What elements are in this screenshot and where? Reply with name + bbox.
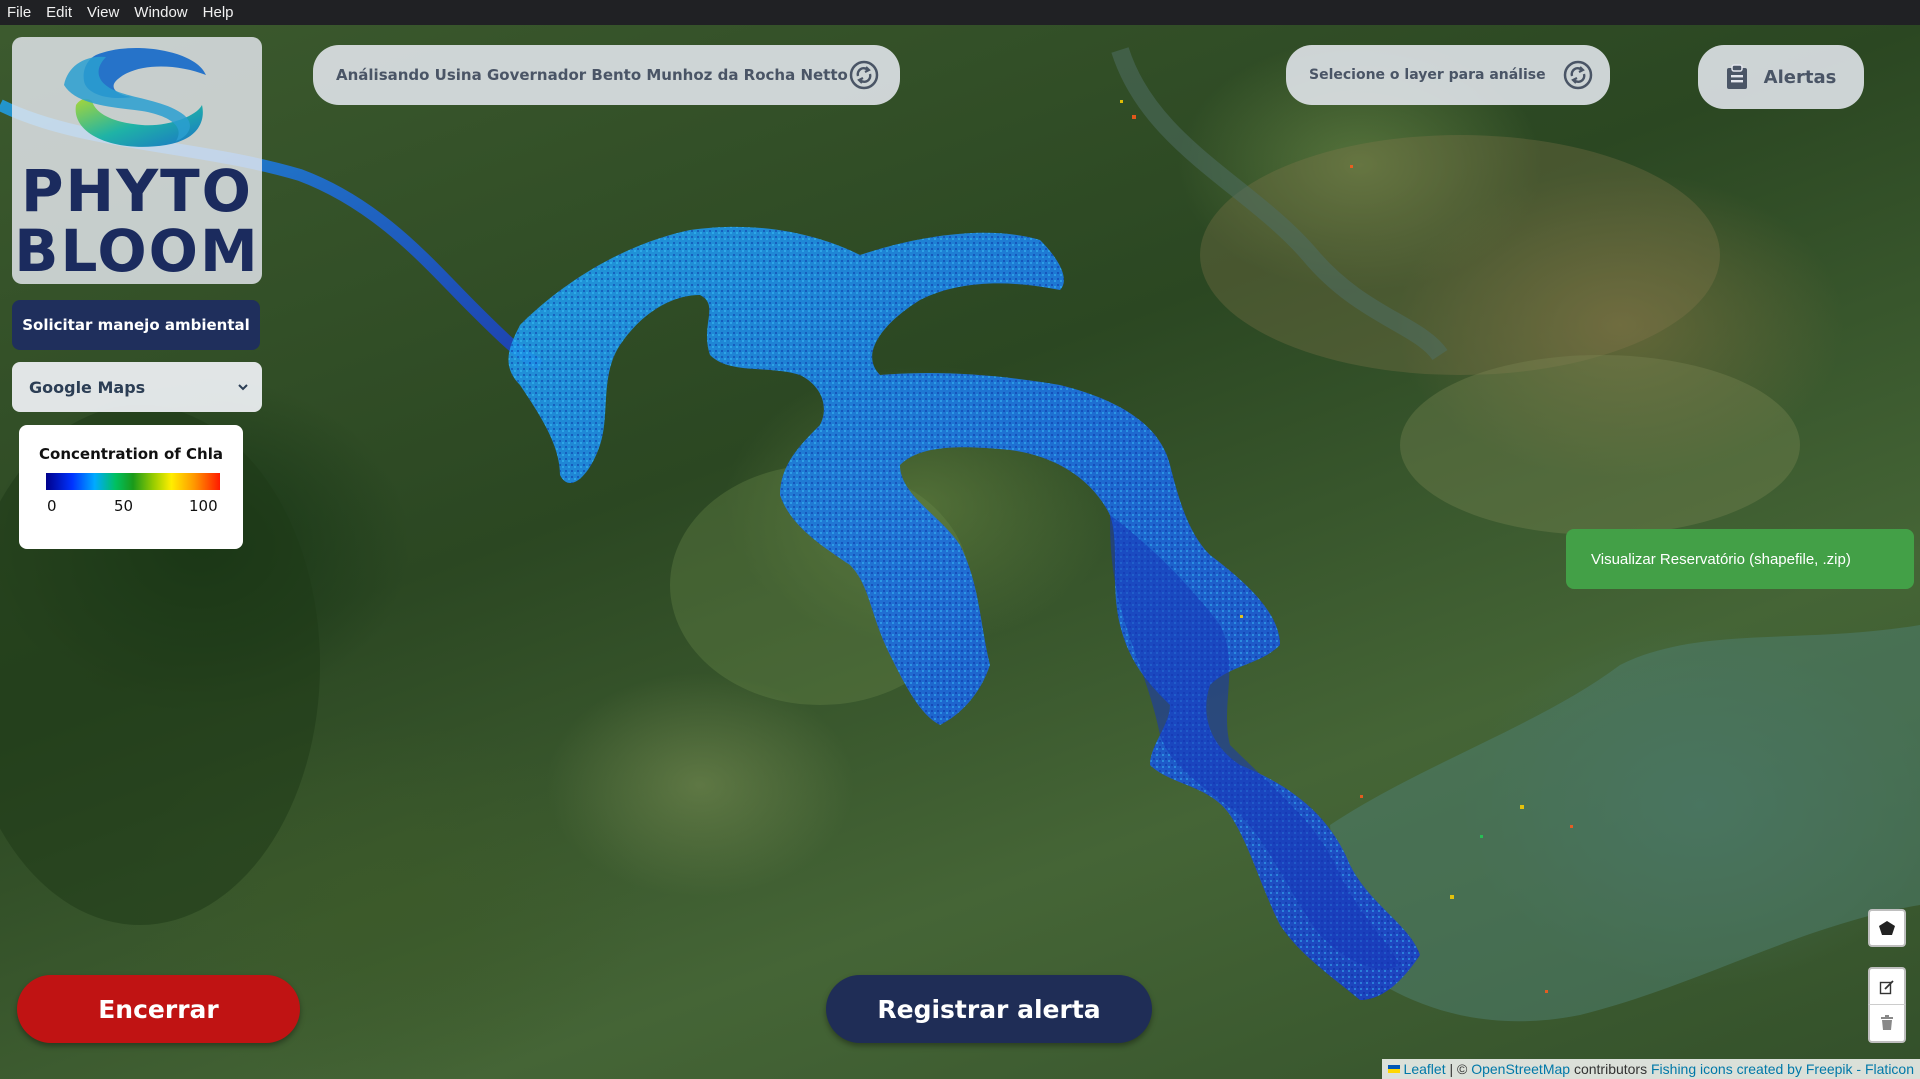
trash-icon	[1881, 1015, 1893, 1030]
app-menubar: File Edit View Window Help	[0, 0, 1920, 25]
clipboard-icon	[1726, 64, 1747, 89]
edit-layers-button[interactable]	[1868, 967, 1906, 1005]
analysis-selector[interactable]: Análisando Usina Governador Bento Munhoz…	[313, 45, 900, 105]
analysis-label: Análisando Usina Governador Bento Munhoz…	[336, 66, 848, 84]
basemap-select[interactable]: Google Maps	[12, 362, 262, 412]
logo-panel: PHYTO BLOOM	[12, 37, 262, 284]
chevron-down-icon	[238, 384, 248, 391]
cycle-icon[interactable]	[1562, 59, 1594, 91]
flaticon-credit-link[interactable]: Fishing icons created by Freepik - Flati…	[1651, 1061, 1914, 1077]
logo-wordmark-line1: PHYTO	[21, 157, 253, 225]
cycle-icon[interactable]	[848, 59, 880, 91]
request-environmental-management-button[interactable]: Solicitar manejo ambiental	[12, 300, 260, 350]
attribution-contributors: contributors	[1573, 1061, 1648, 1077]
legend-tick-max: 100	[189, 497, 218, 515]
osm-link[interactable]: OpenStreetMap	[1471, 1061, 1570, 1077]
field-patch	[1200, 135, 1720, 375]
polygon-icon	[1879, 921, 1895, 935]
menu-view[interactable]: View	[80, 4, 127, 21]
menu-window[interactable]: Window	[127, 4, 195, 21]
end-session-button[interactable]: Encerrar	[17, 975, 300, 1043]
edit-icon	[1879, 979, 1894, 994]
delete-layers-button[interactable]	[1868, 1005, 1906, 1043]
menu-edit[interactable]: Edit	[39, 4, 80, 21]
view-reservoir-shapefile-button[interactable]: Visualizar Reservatório (shapefile, .zip…	[1566, 529, 1914, 589]
alerts-label: Alertas	[1763, 66, 1837, 88]
register-alert-button[interactable]: Registrar alerta	[826, 975, 1152, 1043]
legend-tick-mid: 50	[114, 497, 134, 515]
phytobloom-logo-icon	[64, 47, 206, 147]
map-attribution: Leaflet | © OpenStreetMap contributors F…	[1381, 1059, 1920, 1079]
draw-polygon-button[interactable]	[1868, 909, 1906, 947]
menu-file[interactable]: File	[0, 4, 39, 21]
basemap-select-value: Google Maps	[29, 377, 146, 397]
legend-color-ramp	[46, 473, 220, 490]
layer-selector-label: Selecione o layer para análise	[1309, 67, 1546, 83]
alerts-button[interactable]: Alertas	[1698, 45, 1864, 109]
chla-legend: Concentration of Chla 0 50 100	[19, 425, 243, 549]
layer-selector[interactable]: Selecione o layer para análise	[1286, 45, 1610, 105]
leaflet-link[interactable]: Leaflet	[1404, 1061, 1446, 1077]
attribution-separator: | ©	[1449, 1061, 1468, 1077]
logo-wordmark-line2: BLOOM	[14, 217, 260, 285]
menu-help[interactable]: Help	[196, 4, 242, 21]
legend-tick-min: 0	[47, 497, 57, 515]
legend-title: Concentration of Chla	[39, 445, 223, 463]
lake-se	[1330, 625, 1920, 1022]
ukraine-flag-icon	[1387, 1065, 1400, 1073]
field-patch	[1400, 355, 1800, 535]
